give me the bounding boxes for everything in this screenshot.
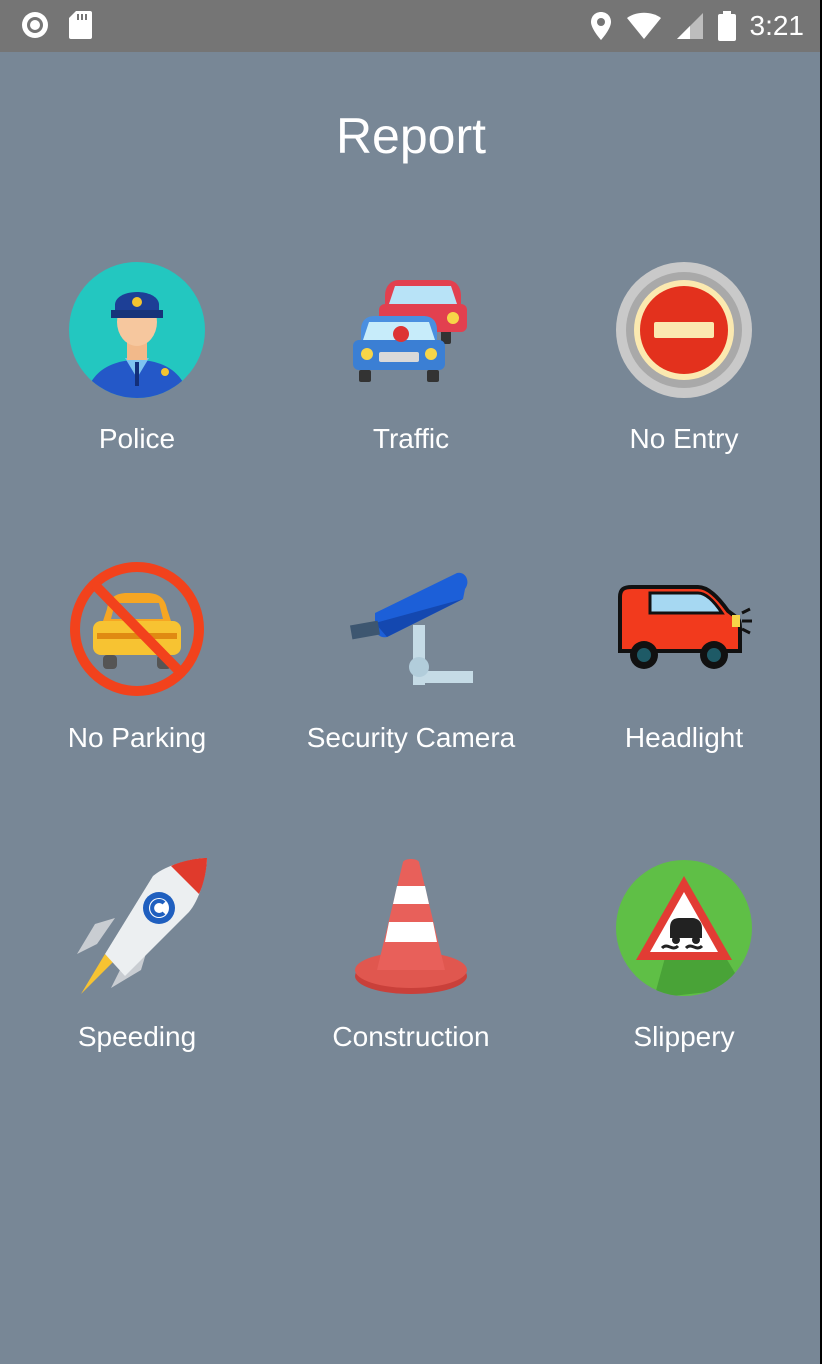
- security-camera-icon: [349, 572, 473, 685]
- report-tile-no-parking[interactable]: No Parking: [2, 551, 272, 791]
- rocket-icon: [77, 858, 207, 994]
- traffic-cars-icon: [353, 280, 467, 382]
- report-label: Slippery: [633, 1021, 735, 1052]
- no-parking-sign-icon: [70, 562, 204, 696]
- report-label: Security Camera: [306, 722, 516, 753]
- report-tile-security-camera[interactable]: Security Camera: [276, 551, 546, 791]
- slippery-road-sign-icon: [616, 860, 752, 996]
- headlight-car-icon: [618, 585, 752, 669]
- report-tile-slippery[interactable]: Slippery: [549, 850, 819, 1090]
- report-tile-construction[interactable]: Construction: [276, 850, 546, 1090]
- report-label: Police: [98, 423, 176, 454]
- report-grid: Police Traffic No Entry No Parking Secur…: [0, 0, 822, 1364]
- no-entry-sign-icon: [616, 262, 752, 398]
- report-tile-traffic[interactable]: Traffic: [276, 252, 546, 492]
- police-officer-icon: [69, 262, 205, 398]
- report-tile-headlight[interactable]: Headlight: [549, 551, 819, 791]
- report-label: No Entry: [629, 423, 739, 454]
- report-label: Traffic: [372, 423, 450, 454]
- report-label: Headlight: [624, 722, 744, 753]
- report-tile-speeding[interactable]: Speeding: [2, 850, 272, 1090]
- report-tile-police[interactable]: Police: [2, 252, 272, 492]
- traffic-cone-icon: [355, 859, 467, 994]
- report-label: No Parking: [67, 722, 207, 753]
- report-label: Construction: [332, 1021, 490, 1052]
- report-label: Speeding: [77, 1021, 197, 1052]
- report-tile-no-entry[interactable]: No Entry: [549, 252, 819, 492]
